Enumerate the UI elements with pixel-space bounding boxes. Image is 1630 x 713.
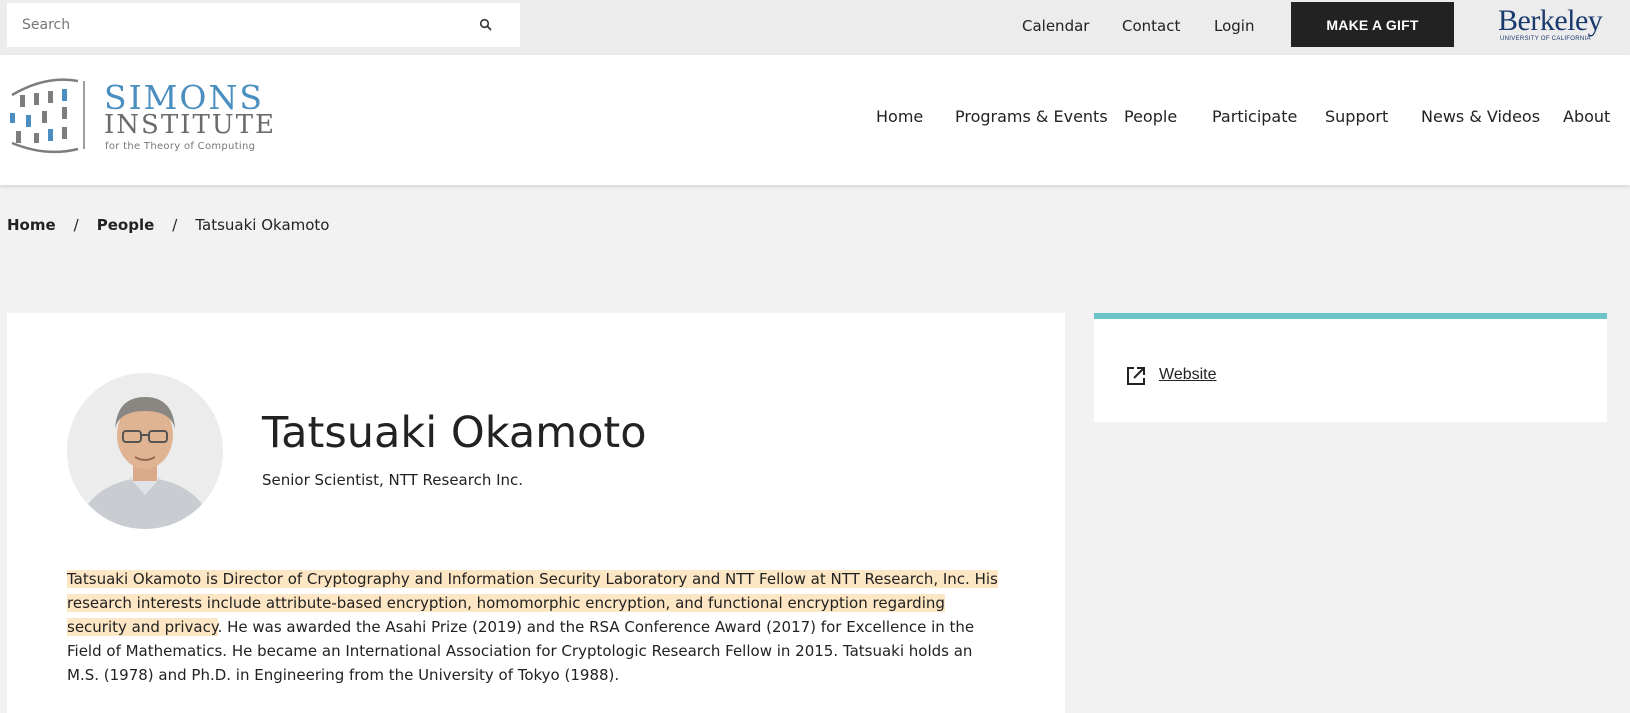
biography: Tatsuaki Okamoto is Director of Cryptogr… — [67, 567, 1007, 687]
breadcrumb-people[interactable]: People — [97, 216, 155, 234]
logo-tagline: for the Theory of Computing — [105, 141, 256, 152]
login-link[interactable]: Login — [1214, 17, 1254, 35]
nav-participate[interactable]: Participate — [1212, 107, 1297, 126]
logo-mark-icon — [10, 78, 85, 154]
main-header: SIMONS INSTITUTE for the Theory of Compu… — [0, 55, 1630, 185]
avatar — [67, 373, 223, 529]
make-a-gift-button[interactable]: MAKE A GIFT — [1291, 2, 1454, 47]
calendar-link[interactable]: Calendar — [1022, 17, 1089, 35]
profile-card: Tatsuaki Okamoto Senior Scientist, NTT R… — [7, 313, 1065, 713]
search-input[interactable] — [7, 3, 467, 47]
utility-bar: Calendar Contact Login MAKE A GIFT Berke… — [0, 0, 1630, 55]
nav-support[interactable]: Support — [1325, 107, 1388, 126]
berkeley-logo[interactable]: Berkeley UNIVERSITY OF CALIFORNIA — [1498, 6, 1608, 46]
nav-about[interactable]: About — [1563, 107, 1610, 126]
nav-people[interactable]: People — [1124, 107, 1177, 126]
search-box — [7, 3, 520, 47]
nav-programs-events[interactable]: Programs & Events — [955, 107, 1108, 126]
breadcrumb-separator: / — [73, 216, 79, 234]
breadcrumb: Home / People / Tatsuaki Okamoto — [7, 216, 330, 234]
contact-link[interactable]: Contact — [1122, 17, 1180, 35]
berkeley-wordmark: Berkeley — [1498, 4, 1603, 37]
external-link-icon[interactable] — [1125, 365, 1147, 387]
breadcrumb-home[interactable]: Home — [7, 216, 56, 234]
breadcrumb-current: Tatsuaki Okamoto — [195, 216, 330, 234]
person-name: Tatsuaki Okamoto — [262, 408, 647, 458]
simons-institute-logo[interactable]: SIMONS INSTITUTE for the Theory of Compu… — [6, 77, 274, 159]
berkeley-subtitle: UNIVERSITY OF CALIFORNIA — [1500, 36, 1591, 42]
nav-home[interactable]: Home — [876, 107, 923, 126]
person-title: Senior Scientist, NTT Research Inc. — [262, 471, 524, 489]
portrait-image — [67, 373, 223, 529]
search-icon[interactable] — [479, 18, 493, 32]
breadcrumb-separator: / — [172, 216, 178, 234]
links-card: Website — [1094, 313, 1607, 422]
nav-news-videos[interactable]: News & Videos — [1421, 107, 1540, 126]
website-link[interactable]: Website — [1159, 366, 1217, 384]
logo-institute-text: INSTITUTE — [104, 110, 277, 140]
